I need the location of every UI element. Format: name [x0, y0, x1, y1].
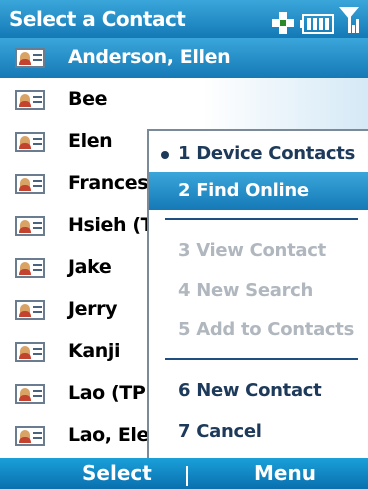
contact-card-icon — [15, 258, 45, 278]
contact-name: Jerry — [68, 298, 118, 320]
contact-card-icon — [15, 342, 45, 362]
checked-bullet-icon — [161, 151, 169, 159]
menu-item-label: 4 New Search — [178, 280, 314, 301]
menu-item-device-contacts[interactable]: 1 Device Contacts — [149, 135, 368, 173]
menu-separator — [165, 358, 358, 360]
menu-item-cancel[interactable]: 7 Cancel — [149, 413, 368, 451]
menu-item-find-online[interactable]: 2 Find Online — [149, 172, 368, 210]
contact-name: Elen — [68, 130, 113, 152]
title-bar: Select a Contact — [0, 0, 368, 38]
select-softkey[interactable]: Select — [82, 461, 152, 485]
contact-card-icon — [15, 90, 45, 110]
menu-separator — [165, 218, 358, 220]
contact-row[interactable]: Bee — [0, 80, 368, 120]
battery-icon — [300, 14, 334, 34]
contact-card-icon — [15, 300, 45, 320]
menu-item-new-contact[interactable]: 6 New Contact — [149, 372, 368, 410]
softkey-divider — [186, 466, 188, 486]
softkey-bar: Select Menu — [0, 458, 368, 489]
contact-card-icon — [15, 132, 45, 152]
contact-card-icon — [15, 426, 45, 446]
menu-item-new-search: 4 New Search — [149, 272, 368, 310]
contact-name: Kanji — [68, 340, 121, 362]
contact-name: Jake — [68, 256, 112, 278]
contact-name: Frances — [68, 172, 149, 194]
contact-card-icon — [15, 384, 45, 404]
contact-card-icon — [15, 48, 45, 68]
menu-item-label: 5 Add to Contacts — [178, 319, 355, 340]
contact-card-icon — [15, 216, 45, 236]
menu-item-label: 3 View Contact — [178, 240, 326, 261]
menu-item-view-contact: 3 View Contact — [149, 232, 368, 270]
contact-name: Bee — [68, 88, 108, 110]
page-title: Select a Contact — [9, 7, 186, 31]
contact-name: Hsieh (T — [68, 214, 154, 236]
popup-menu: 1 Device Contacts 2 Find Online 3 View C… — [147, 129, 368, 458]
contact-name: Lao (TPI — [68, 382, 153, 404]
menu-item-label: 2 Find Online — [178, 180, 309, 201]
menu-item-add-to-contacts: 5 Add to Contacts — [149, 311, 368, 349]
menu-item-label: 1 Device Contacts — [178, 143, 356, 164]
contact-name: Anderson, Ellen — [68, 46, 231, 68]
status-icons — [270, 5, 362, 35]
contact-row[interactable]: Anderson, Ellen — [0, 38, 368, 78]
menu-item-label: 7 Cancel — [178, 421, 262, 442]
contact-name: Lao, Ele — [68, 424, 149, 446]
sync-icon — [272, 12, 294, 34]
signal-icon — [339, 7, 359, 33]
contact-card-icon — [15, 174, 45, 194]
menu-item-label: 6 New Contact — [178, 380, 322, 401]
menu-softkey[interactable]: Menu — [254, 461, 316, 485]
